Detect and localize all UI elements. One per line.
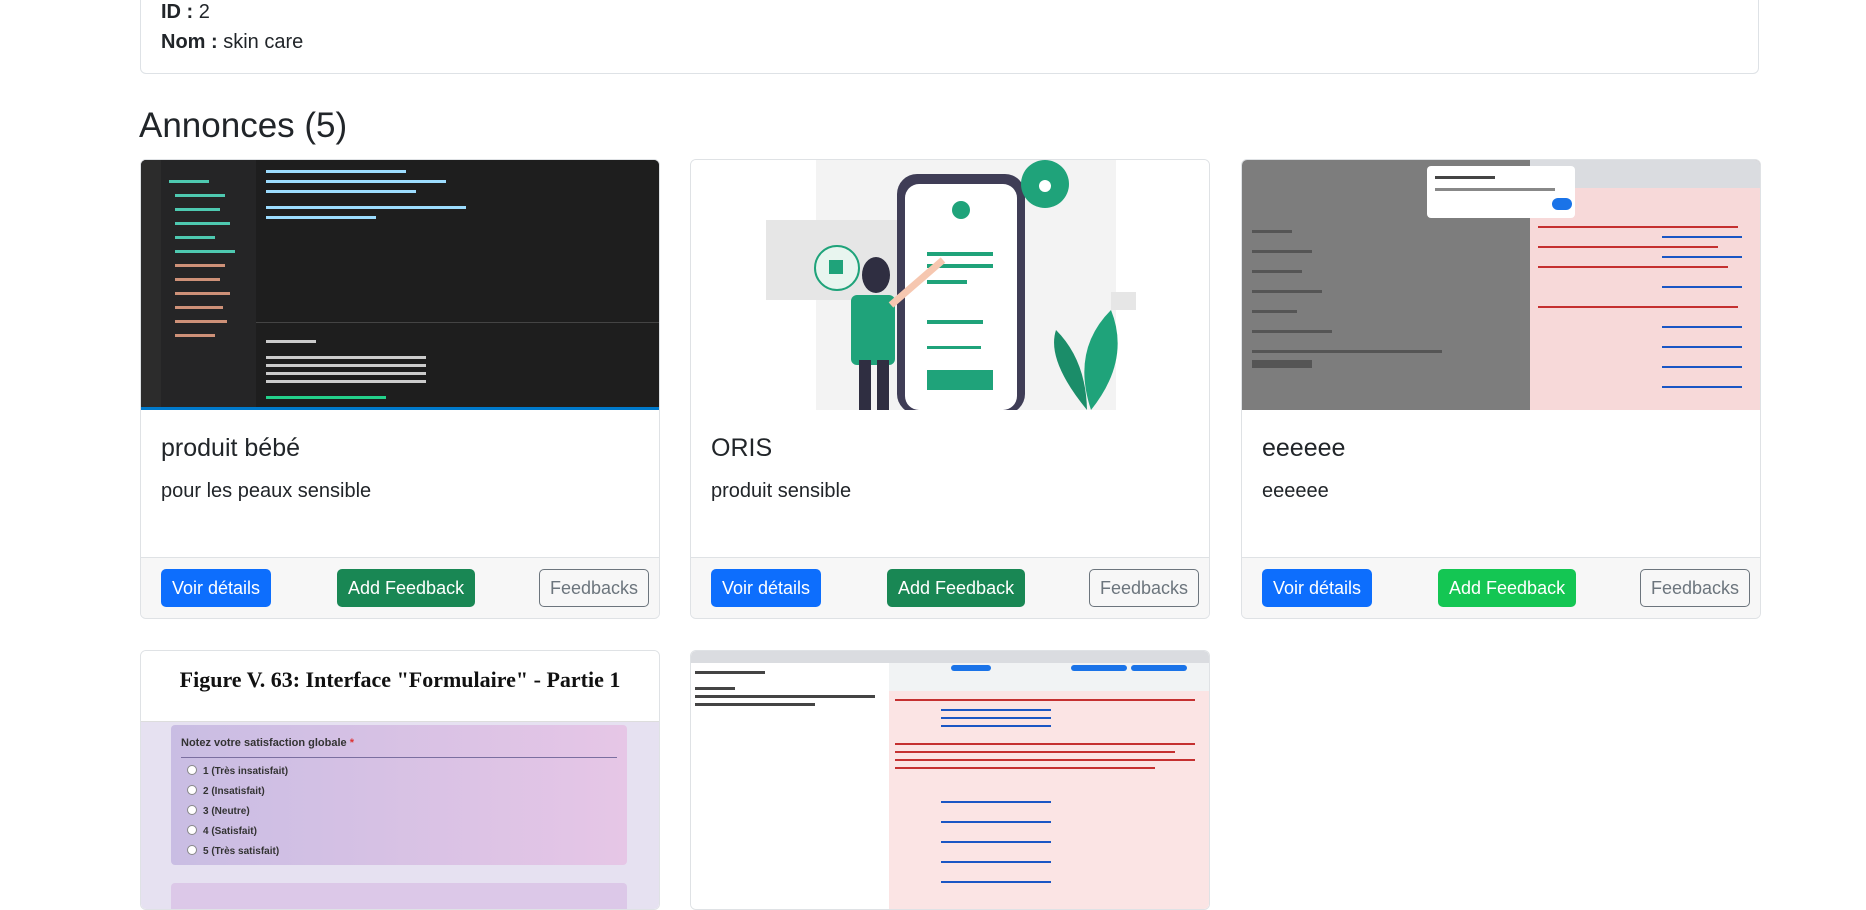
satisfaction-form: Notez votre satisfaction globale * 1 (Tr… <box>171 725 627 865</box>
annonce-description: pour les peaux sensible <box>161 480 372 502</box>
category-name-row: Nom : skin care <box>161 31 303 54</box>
feedbacks-button[interactable]: Feedbacks <box>539 569 650 607</box>
next-form-section <box>171 883 627 909</box>
form-question-text: Notez votre satisfaction globale <box>181 737 347 749</box>
view-details-button[interactable]: Voir détails <box>711 569 822 607</box>
category-name-label: Nom : <box>161 31 218 53</box>
category-id-row: ID : 2 <box>161 1 210 24</box>
phone-form-illustration-icon <box>766 160 1136 410</box>
annonce-image[interactable] <box>141 160 659 410</box>
code-editor-screenshot-icon <box>141 160 659 410</box>
radio-option[interactable]: 5 (Très satisfait) <box>187 845 279 857</box>
annonces-heading: Annonces (5) <box>139 106 348 145</box>
card-footer: Voir détails Add Feedback Feedbacks <box>1242 557 1760 618</box>
view-details-button[interactable]: Voir détails <box>1262 569 1373 607</box>
radio-label: 1 (Très insatisfait) <box>203 766 289 777</box>
annonce-image[interactable] <box>1242 160 1760 410</box>
annonce-image[interactable]: Figure V. 63: Interface "Formulaire" - P… <box>141 651 659 909</box>
radio-icon <box>187 765 197 775</box>
annonce-title: eeeeee <box>1262 434 1346 462</box>
category-id-label: ID : <box>161 1 194 23</box>
figure-caption: Figure V. 63: Interface "Formulaire" - P… <box>179 667 621 692</box>
required-mark: * <box>349 737 354 749</box>
radio-option[interactable]: 4 (Satisfait) <box>187 825 257 837</box>
view-details-button[interactable]: Voir détails <box>161 569 272 607</box>
category-info-card: ID : 2 Nom : skin care <box>140 0 1759 74</box>
annonce-card: ORIS produit sensible Voir détails Add F… <box>690 159 1210 619</box>
feedbacks-button[interactable]: Feedbacks <box>1640 569 1751 607</box>
feedbacks-button[interactable]: Feedbacks <box>1089 569 1200 607</box>
form-rule <box>181 757 617 758</box>
annonce-title: produit bébé <box>161 434 301 462</box>
add-feedback-button[interactable]: Add Feedback <box>1438 569 1577 607</box>
annonce-card: eeeeee eeeeee Voir détails Add Feedback … <box>1241 159 1761 619</box>
radio-option[interactable]: 1 (Très insatisfait) <box>187 765 288 777</box>
browser-console-errors-screenshot-icon <box>691 651 1209 909</box>
radio-label: 3 (Neutre) <box>203 806 250 817</box>
card-footer: Voir détails Add Feedback Feedbacks <box>691 557 1209 618</box>
annonce-card: produit bébé pour les peaux sensible Voi… <box>140 159 660 619</box>
annonce-image[interactable] <box>691 651 1209 909</box>
annonce-description: produit sensible <box>711 480 852 502</box>
annonce-card: Figure V. 63: Interface "Formulaire" - P… <box>140 650 660 910</box>
browser-devtools-screenshot-icon <box>1242 160 1760 410</box>
radio-option[interactable]: 2 (Insatisfait) <box>187 785 265 797</box>
category-name-value: skin care <box>223 31 304 53</box>
add-feedback-button[interactable]: Add Feedback <box>337 569 476 607</box>
card-body: produit bébé pour les peaux sensible <box>141 410 659 558</box>
radio-icon <box>187 785 197 795</box>
annonce-description: eeeeee <box>1262 480 1329 502</box>
card-body: ORIS produit sensible <box>691 410 1209 558</box>
form-question: Notez votre satisfaction globale * <box>181 737 354 749</box>
radio-label: 4 (Satisfait) <box>203 826 257 837</box>
annonce-title: ORIS <box>711 434 773 462</box>
radio-label: 5 (Très satisfait) <box>203 846 280 857</box>
radio-icon <box>187 845 197 855</box>
annonce-image[interactable] <box>691 160 1209 410</box>
radio-icon <box>187 805 197 815</box>
radio-label: 2 (Insatisfait) <box>203 786 265 797</box>
card-footer: Voir détails Add Feedback Feedbacks <box>141 557 659 618</box>
card-body: eeeeee eeeeee <box>1242 410 1760 558</box>
radio-option[interactable]: 3 (Neutre) <box>187 805 250 817</box>
annonce-card <box>690 650 1210 910</box>
radio-icon <box>187 825 197 835</box>
add-feedback-button[interactable]: Add Feedback <box>887 569 1026 607</box>
category-id-value: 2 <box>198 1 210 23</box>
